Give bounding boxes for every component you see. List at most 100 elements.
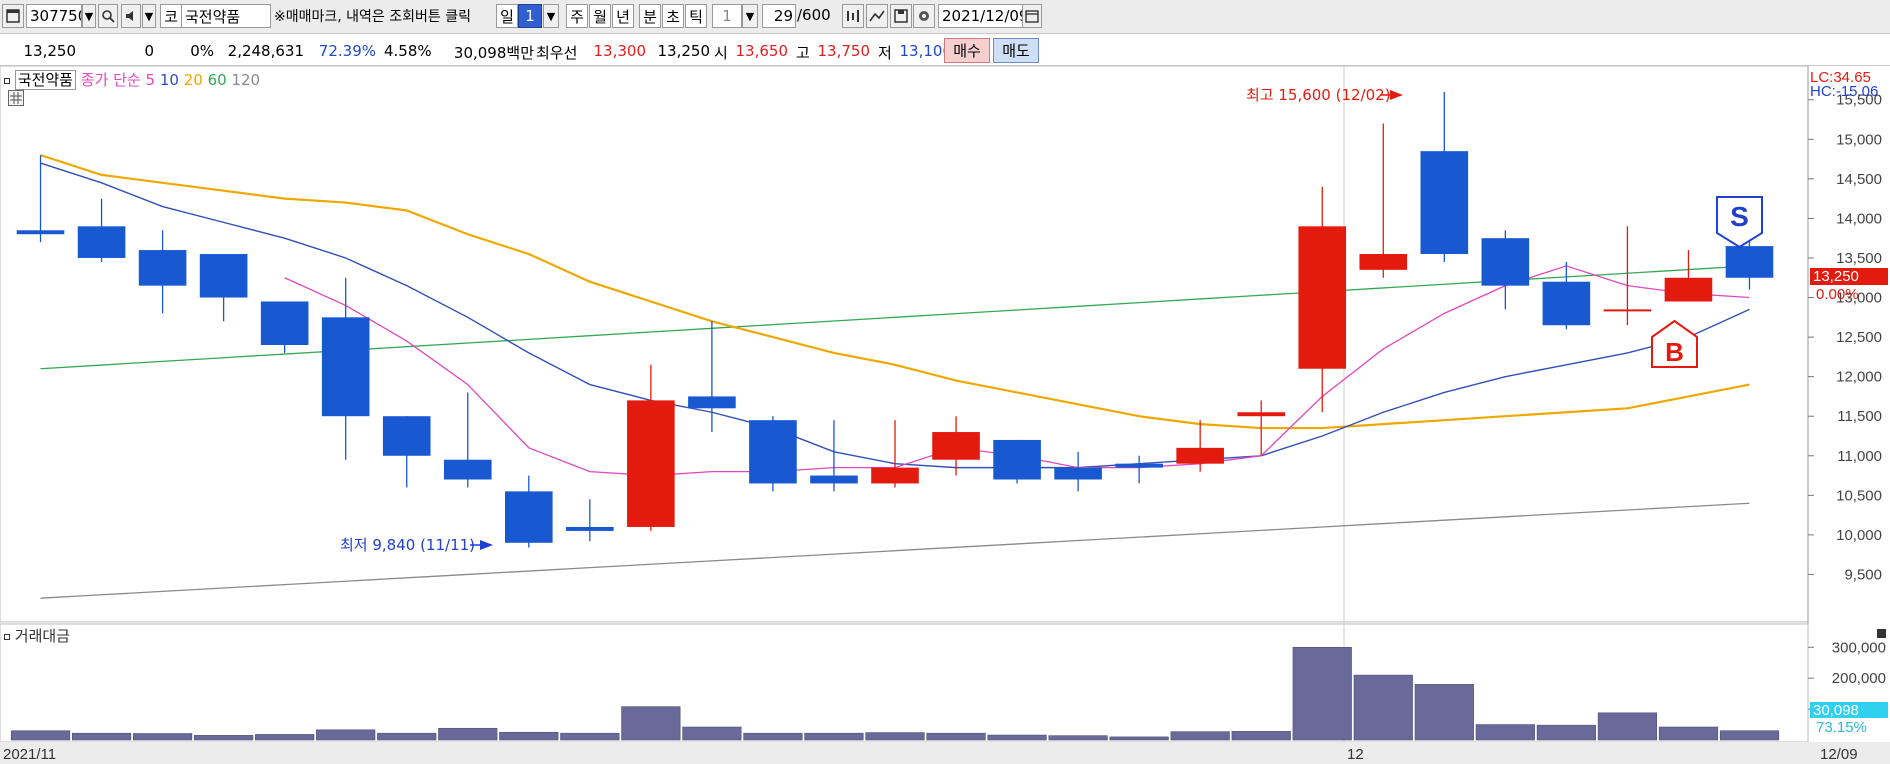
stock-code-input[interactable]: 307750 bbox=[26, 4, 82, 28]
candle-body bbox=[1176, 447, 1224, 464]
volume-bar bbox=[255, 734, 315, 741]
code-dropdown-icon[interactable]: ▼ bbox=[82, 4, 96, 28]
candle-body bbox=[1725, 246, 1774, 278]
volume-bar bbox=[743, 732, 803, 741]
candle-body bbox=[566, 526, 614, 531]
price-tick-label: 9,500 bbox=[1844, 566, 1882, 583]
volume-bar bbox=[438, 727, 498, 741]
high-price: 13,750 bbox=[817, 42, 871, 60]
volume-pct-label: 73.15% bbox=[1816, 719, 1867, 736]
date-axis-bar bbox=[0, 742, 1890, 764]
candle-body bbox=[1359, 254, 1408, 270]
calendar-icon[interactable] bbox=[1022, 4, 1042, 28]
trade-amount: 30,098백만 bbox=[453, 44, 534, 62]
volume-bar bbox=[1414, 684, 1474, 741]
price-tick-label: 10,000 bbox=[1836, 527, 1882, 544]
save-icon[interactable] bbox=[890, 4, 912, 28]
buy-marker-label: B bbox=[1665, 337, 1684, 367]
table-toggle-icon[interactable] bbox=[8, 90, 24, 106]
candle-body bbox=[321, 317, 370, 417]
date-label-month: 12 bbox=[1347, 746, 1364, 763]
candle-body bbox=[260, 301, 309, 345]
candle-body bbox=[77, 226, 126, 258]
period-week[interactable]: 주 bbox=[566, 4, 588, 28]
legend-stock-name[interactable]: 국전약품 bbox=[14, 70, 76, 90]
candle-body bbox=[993, 439, 1041, 480]
sound-dropdown-icon[interactable]: ▼ bbox=[142, 4, 156, 28]
line-tool-icon[interactable] bbox=[866, 4, 888, 28]
tick-dropdown-icon[interactable]: ▼ bbox=[742, 4, 758, 28]
low-label: 저 bbox=[878, 44, 892, 62]
period-count-input[interactable]: 1 bbox=[518, 4, 542, 28]
period-minute[interactable]: 분 bbox=[639, 4, 661, 28]
volume-bar bbox=[987, 734, 1047, 741]
open-price: 13,650 bbox=[735, 42, 789, 60]
candle-body bbox=[810, 475, 858, 484]
date-label-start: 2021/11 bbox=[3, 746, 56, 763]
tick-count-input[interactable]: 1 bbox=[712, 4, 742, 28]
candle-body bbox=[1115, 463, 1163, 468]
volume-bar bbox=[1292, 646, 1352, 741]
period-second[interactable]: 초 bbox=[662, 4, 684, 28]
date-label-end: 12/09 bbox=[1820, 746, 1858, 763]
buy-button[interactable]: 매수 bbox=[944, 38, 990, 63]
candle-body bbox=[1481, 238, 1530, 286]
volume-bar bbox=[316, 729, 376, 741]
candle-body bbox=[1664, 277, 1713, 302]
volume-title[interactable]: 거래대금 bbox=[15, 627, 70, 645]
period-day[interactable]: 일 bbox=[496, 4, 518, 28]
candle-body bbox=[749, 420, 797, 484]
volume-bar bbox=[865, 732, 925, 741]
period-dropdown-icon[interactable]: ▼ bbox=[543, 4, 559, 28]
legend-ma60[interactable]: 60 bbox=[208, 71, 227, 89]
toolbar: 307750 ▼ ▼ 코 국전약품 ※매매마크, 내역은 조회버튼 클릭 일 1… bbox=[0, 0, 1890, 34]
legend-ma120[interactable]: 120 bbox=[231, 71, 260, 89]
bar-count-input[interactable]: 29 bbox=[762, 4, 796, 28]
indicator-add-icon[interactable] bbox=[842, 4, 864, 28]
volume-bar bbox=[621, 706, 681, 741]
window-menu-icon[interactable] bbox=[2, 4, 24, 28]
sell-button[interactable]: 매도 bbox=[993, 38, 1039, 63]
sound-icon[interactable] bbox=[121, 4, 141, 28]
price-tick-label: 13,500 bbox=[1836, 250, 1882, 267]
best-ask: 13,300 bbox=[593, 42, 647, 60]
volume-ratio: 72.39% bbox=[318, 42, 376, 60]
candle-body bbox=[688, 396, 736, 409]
volume-bar bbox=[1597, 712, 1658, 741]
low-annotation: 최저 9,840 (11/11) bbox=[340, 536, 475, 554]
legend-ma-label[interactable]: 종가 단순 bbox=[81, 71, 141, 89]
candle-body bbox=[871, 467, 919, 484]
volume-pane-close-icon[interactable] bbox=[1877, 629, 1886, 638]
volume-bar bbox=[804, 732, 864, 741]
price-tick-label: 14,500 bbox=[1836, 171, 1882, 188]
period-month[interactable]: 월 bbox=[589, 4, 611, 28]
notice-text: ※매매마크, 내역은 조회버튼 클릭 bbox=[274, 9, 471, 25]
search-icon[interactable] bbox=[98, 4, 118, 28]
volume-legend-box-icon bbox=[4, 633, 10, 640]
volume-bar bbox=[377, 732, 437, 741]
legend-ma10[interactable]: 10 bbox=[160, 71, 179, 89]
hc-label: HC:-15.06 bbox=[1810, 83, 1878, 100]
stock-name-field[interactable]: 국전약품 bbox=[181, 4, 271, 28]
volume-bar bbox=[1170, 731, 1230, 741]
legend-ma5[interactable]: 5 bbox=[146, 71, 156, 89]
period-tick[interactable]: 틱 bbox=[685, 4, 707, 28]
trade-volume: 2,248,631 bbox=[227, 42, 304, 60]
price-tick-label: 12,000 bbox=[1836, 369, 1882, 386]
price-legend: 국전약품 종가 단순 5 10 20 60 120 bbox=[4, 69, 260, 90]
legend-box-icon bbox=[4, 77, 10, 84]
settings-gear-icon[interactable] bbox=[913, 4, 935, 28]
volume-bar bbox=[682, 726, 742, 741]
date-input[interactable]: 2021/12/09 bbox=[938, 4, 1024, 28]
best-bid: 13,250 bbox=[657, 42, 711, 60]
volume-bar bbox=[71, 732, 132, 741]
volume-bar bbox=[132, 733, 193, 741]
price-chart[interactable]: 9,500 10,000 10,500 11,000 11,500 12,000 12,50… bbox=[0, 66, 1890, 764]
legend-ma20[interactable]: 20 bbox=[184, 71, 203, 89]
quote-bar: 13,250 0 0% 2,248,631 72.39% 4.58% 30,09… bbox=[0, 36, 1890, 66]
period-year[interactable]: 년 bbox=[612, 4, 634, 28]
open-label: 시 bbox=[714, 44, 728, 62]
bar-count-max: /600 bbox=[797, 6, 831, 24]
last-price-label: 13,250 bbox=[1813, 268, 1859, 285]
market-badge: 코 bbox=[160, 4, 182, 28]
